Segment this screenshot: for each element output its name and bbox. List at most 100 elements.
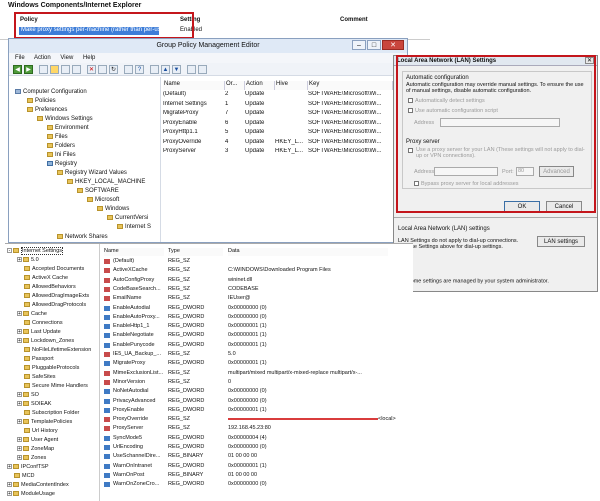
up-icon[interactable]: ▲	[161, 65, 170, 74]
registry-tree-item[interactable]: Accepted Documents	[17, 266, 84, 274]
table-row[interactable]: AutoConfigProxy	[113, 277, 168, 285]
tree-item-folders[interactable]: Folders	[47, 143, 75, 151]
column-key[interactable]: Key	[308, 81, 393, 90]
registry-tree-item[interactable]: Subscription Folder	[17, 410, 79, 418]
registry-tree-item[interactable]: AllowedDragImageExts	[17, 293, 89, 301]
registry-tree-item[interactable]: + IPConfTSP	[7, 464, 49, 472]
maximize-button[interactable]: □	[367, 40, 381, 50]
expand-icon[interactable]: +	[17, 455, 22, 461]
menu-action[interactable]: Action	[34, 55, 51, 61]
tree-item-windows-settings[interactable]: Windows Settings	[37, 116, 93, 124]
lan-settings-button[interactable]: LAN settings	[537, 236, 585, 247]
paste-icon[interactable]	[72, 65, 81, 74]
view-icon[interactable]	[187, 65, 196, 74]
list-item[interactable]: MigrateProxy	[163, 110, 225, 119]
table-row[interactable]: ProxyServer	[113, 425, 168, 433]
new-item-icon[interactable]	[150, 65, 159, 74]
list-item[interactable]: ProxyServer	[163, 148, 225, 157]
table-row[interactable]: EnableAutodial	[113, 305, 168, 313]
column-name[interactable]: Name	[163, 81, 225, 90]
tree-item-windows[interactable]: Windows	[97, 206, 129, 214]
expand-icon[interactable]: +	[7, 482, 12, 488]
expand-icon[interactable]: +	[17, 311, 22, 317]
down-icon[interactable]: ▼	[172, 65, 181, 74]
table-row[interactable]: EmailName	[113, 295, 168, 303]
expand-icon[interactable]: +	[7, 464, 12, 470]
forward-icon[interactable]: ▶	[24, 65, 33, 74]
registry-tree-item[interactable]: + ModuleUsage	[7, 491, 55, 499]
tree-item-network-shares[interactable]: Network Shares	[57, 234, 108, 242]
close-button[interactable]: ✕	[382, 40, 404, 50]
registry-tree-item[interactable]: PluggableProtocols	[17, 365, 79, 373]
table-row[interactable]: WarnOnIntranet	[113, 463, 168, 471]
registry-tree-item[interactable]: Secure Mime Handlers	[17, 383, 88, 391]
tree-item-hklm[interactable]: HKEY_LOCAL_MACHINE	[67, 179, 145, 187]
tree-item-registry[interactable]: Registry	[47, 161, 77, 169]
list-item[interactable]: ProxyEnable	[163, 120, 225, 129]
tree-item-currentversion[interactable]: CurrentVersi	[107, 215, 148, 223]
registry-tree-item[interactable]: Connections	[17, 320, 63, 328]
list-item[interactable]: (Default)	[163, 91, 225, 100]
reg-column-data[interactable]: Data	[228, 248, 388, 256]
filter-icon[interactable]	[198, 65, 207, 74]
delete-icon[interactable]: ✕	[87, 65, 96, 74]
registry-tree-item[interactable]: MCD	[7, 473, 35, 481]
collapse-icon[interactable]: -	[7, 248, 12, 254]
tree-item-policies[interactable]: Policies	[27, 98, 56, 106]
table-row[interactable]: SyncMode5	[113, 435, 168, 443]
table-row[interactable]: MigrateProxy	[113, 360, 168, 368]
expand-icon[interactable]: +	[17, 257, 22, 263]
table-row[interactable]: MinorVersion	[113, 379, 168, 387]
table-row[interactable]: MimeExclusionList...	[113, 370, 168, 378]
export-icon[interactable]	[124, 65, 133, 74]
registry-tree-item[interactable]: Url History	[17, 428, 58, 436]
properties-icon[interactable]	[98, 65, 107, 74]
tree-item-files[interactable]: Files	[47, 134, 68, 142]
table-row[interactable]: ProxyEnable	[113, 407, 168, 415]
registry-tree-item[interactable]: + ZoneMap	[17, 446, 54, 454]
table-row[interactable]: (Default)	[113, 258, 168, 266]
comment-column-header[interactable]: Comment	[340, 17, 368, 23]
tree-item-internet-settings[interactable]: Internet S	[117, 224, 151, 232]
tree-item-computer-configuration[interactable]: Computer Configuration	[15, 89, 87, 97]
table-row[interactable]: EnableNegotiate	[113, 332, 168, 340]
registry-tree-item[interactable]: AllowedDragProtocols	[17, 302, 86, 310]
expand-icon[interactable]: +	[17, 437, 22, 443]
table-row[interactable]: ProxyOverride	[113, 416, 168, 424]
copy-icon[interactable]	[61, 65, 70, 74]
registry-tree-item[interactable]: + Cache	[17, 311, 47, 319]
minimize-button[interactable]: –	[352, 40, 366, 50]
table-row[interactable]: PrivacyAdvanced	[113, 398, 168, 406]
registry-tree-item[interactable]: + SOIEAK	[17, 401, 51, 409]
table-row[interactable]: EnablePunycode	[113, 342, 168, 350]
registry-tree-item[interactable]: + SO	[17, 392, 39, 400]
expand-icon[interactable]: +	[7, 491, 12, 497]
table-row[interactable]: WarnOnPost	[113, 472, 168, 480]
expand-icon[interactable]: +	[17, 401, 22, 407]
tree-item-ini-files[interactable]: Ini Files	[47, 152, 76, 160]
column-order[interactable]: Or...	[225, 81, 245, 90]
refresh-icon[interactable]: ↻	[109, 65, 118, 74]
expand-icon[interactable]: +	[17, 419, 22, 425]
menu-file[interactable]: File	[15, 55, 25, 61]
registry-tree-item[interactable]: SafeSites	[17, 374, 56, 382]
registry-tree-item[interactable]: AllowedBehaviors	[17, 284, 76, 292]
show-hide-tree-icon[interactable]	[50, 65, 59, 74]
registry-tree-item[interactable]: + User Agent	[17, 437, 58, 445]
table-row[interactable]: NoNetAutodial	[113, 388, 168, 396]
up-folder-icon[interactable]	[39, 65, 48, 74]
column-action[interactable]: Action	[245, 81, 275, 90]
tree-item-preferences[interactable]: Preferences	[27, 107, 67, 115]
list-item[interactable]: ProxyOverride	[163, 139, 225, 148]
registry-tree-item[interactable]: + Zones	[17, 455, 46, 463]
registry-tree-item[interactable]: +5.0	[17, 257, 39, 265]
expand-icon[interactable]: +	[17, 329, 22, 335]
list-item[interactable]: ProxyHttp1.1	[163, 129, 225, 138]
reg-column-name[interactable]: Name	[104, 248, 164, 256]
registry-tree-item[interactable]: ActiveX Cache	[17, 275, 68, 283]
registry-tree-item[interactable]: + MediaContentIndex	[7, 482, 69, 490]
table-row[interactable]: IE5_UA_Backup_...	[113, 351, 168, 359]
help-icon[interactable]: ?	[135, 65, 144, 74]
registry-tree-item[interactable]: + TemplatePolicies	[17, 419, 72, 427]
table-row[interactable]: UrlEncoding	[113, 444, 168, 452]
